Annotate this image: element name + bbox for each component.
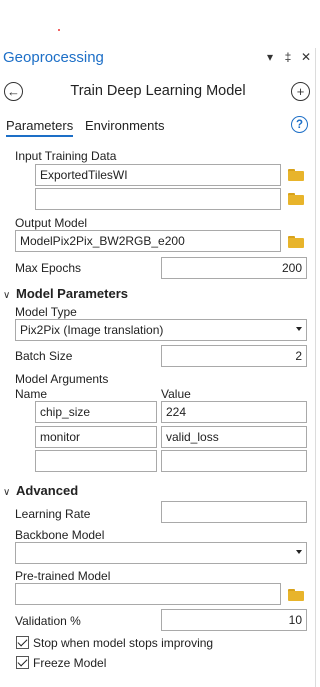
arguments-name-header: Name	[15, 387, 48, 401]
folder-browse-icon[interactable]	[288, 193, 304, 205]
chevron-down-icon: ∨	[3, 290, 11, 301]
input-training-data-field-2[interactable]	[35, 188, 281, 210]
learning-rate-field[interactable]	[161, 501, 307, 523]
output-model-field[interactable]: ModelPix2Pix_BW2RGB_e200	[15, 230, 281, 252]
freeze-model-label: Freeze Model	[33, 656, 107, 670]
argument-name-field[interactable]	[35, 450, 157, 472]
advanced-section-label: Advanced	[16, 483, 79, 498]
argument-value-field[interactable]: valid_loss	[161, 426, 307, 448]
top-strip	[0, 0, 316, 48]
argument-value-field[interactable]: 224	[161, 401, 307, 423]
advanced-section-header[interactable]: ∨ Advanced	[3, 483, 78, 498]
input-training-data-label: Input Training Data	[15, 149, 117, 163]
folder-browse-icon[interactable]	[288, 169, 304, 181]
red-dot-artifact	[58, 29, 60, 31]
max-epochs-field[interactable]: 200	[161, 257, 307, 279]
folder-browse-icon[interactable]	[288, 589, 304, 601]
input-training-data-field-1[interactable]: ExportedTilesWI	[35, 164, 281, 186]
model-type-dropdown[interactable]: Pix2Pix (Image translation)	[15, 319, 307, 341]
max-epochs-label: Max Epochs	[15, 261, 82, 275]
argument-value-field[interactable]	[161, 450, 307, 472]
arguments-value-header: Value	[161, 387, 191, 401]
backbone-model-label: Backbone Model	[15, 528, 105, 542]
pane-controls: ▾ ‡ ✕	[264, 50, 312, 64]
model-parameters-section-label: Model Parameters	[16, 286, 128, 301]
pane-title: Geoprocessing	[3, 49, 104, 66]
close-icon[interactable]: ✕	[300, 50, 312, 64]
pane-header: Geoprocessing ▾ ‡ ✕	[0, 48, 316, 70]
pretrained-model-label: Pre-trained Model	[15, 569, 111, 583]
pane-options-dropdown-icon[interactable]: ▾	[264, 50, 276, 64]
model-parameters-section-header[interactable]: ∨ Model Parameters	[3, 286, 128, 301]
pane-right-border	[315, 48, 316, 687]
pin-icon[interactable]: ‡	[282, 50, 294, 64]
model-type-value: Pix2Pix (Image translation)	[20, 323, 164, 337]
add-icon[interactable]: +	[291, 82, 310, 101]
tab-parameters[interactable]: Parameters	[6, 118, 74, 137]
learning-rate-label: Learning Rate	[15, 507, 91, 521]
validation-label: Validation %	[15, 614, 81, 628]
chevron-down-icon	[296, 327, 302, 331]
model-arguments-label: Model Arguments	[15, 372, 109, 386]
argument-name-field[interactable]: chip_size	[35, 401, 157, 423]
tab-bar: Parameters Environments ?	[0, 116, 316, 140]
tool-header: ← Train Deep Learning Model +	[0, 80, 316, 104]
batch-size-field[interactable]: 2	[161, 345, 307, 367]
chevron-down-icon	[296, 550, 302, 554]
stop-when-improving-checkbox[interactable]	[16, 636, 29, 649]
tab-environments[interactable]: Environments	[85, 118, 164, 133]
backbone-model-dropdown[interactable]	[15, 542, 307, 564]
help-icon[interactable]: ?	[291, 116, 308, 133]
pretrained-model-field[interactable]	[15, 583, 281, 605]
stop-when-improving-label: Stop when model stops improving	[33, 636, 214, 650]
folder-browse-icon[interactable]	[288, 236, 304, 248]
freeze-model-checkbox[interactable]	[16, 656, 29, 669]
output-model-label: Output Model	[15, 216, 88, 230]
chevron-down-icon: ∨	[3, 487, 11, 498]
batch-size-label: Batch Size	[15, 349, 73, 363]
tool-title: Train Deep Learning Model	[70, 83, 246, 99]
argument-name-field[interactable]: monitor	[35, 426, 157, 448]
validation-field[interactable]: 10	[161, 609, 307, 631]
model-type-label: Model Type	[15, 305, 77, 319]
